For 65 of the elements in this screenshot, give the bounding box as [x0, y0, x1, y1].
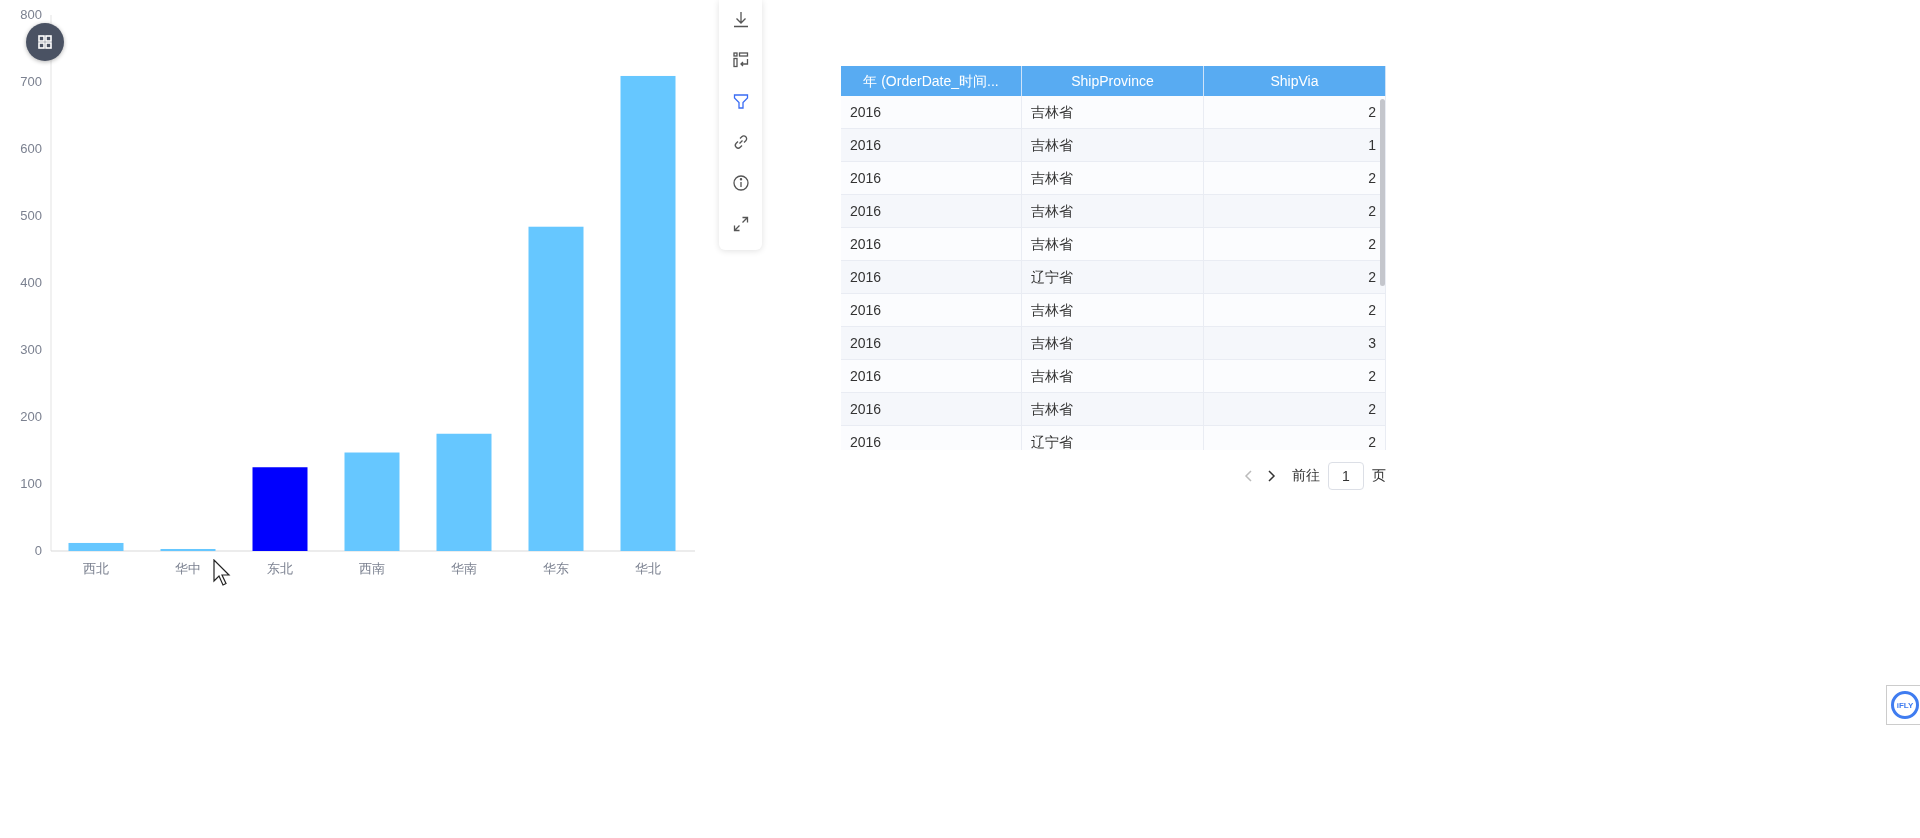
column-header[interactable]: ShipVia — [1204, 66, 1386, 96]
goto-label: 前往 — [1292, 467, 1320, 485]
x-axis-category-label: 西南 — [359, 561, 385, 576]
table-cell: 吉林省 — [1022, 327, 1204, 359]
y-axis-tick-label: 200 — [20, 409, 42, 424]
table-cell: 吉林省 — [1022, 96, 1204, 128]
grid-icon — [37, 34, 53, 50]
column-header[interactable]: 年 (OrderDate_时间... — [841, 66, 1022, 96]
assistant-badge[interactable]: iFLY — [1886, 685, 1920, 725]
cursor-icon — [213, 559, 232, 587]
page-input[interactable]: 1 — [1328, 462, 1364, 490]
table-cell: 吉林省 — [1022, 228, 1204, 260]
table-cell: 吉林省 — [1022, 195, 1204, 227]
table-cell: 2016 — [841, 294, 1022, 326]
table-cell: 2016 — [841, 129, 1022, 161]
table-cell: 2016 — [841, 195, 1022, 227]
table-cell: 2016 — [841, 162, 1022, 194]
table-cell: 2 — [1204, 294, 1386, 326]
table-cell: 吉林省 — [1022, 129, 1204, 161]
table-cell: 2 — [1204, 393, 1386, 425]
y-axis-tick-label: 800 — [20, 7, 42, 22]
page-suffix-label: 页 — [1372, 467, 1386, 485]
table-cell: 2016 — [841, 426, 1022, 450]
bar[interactable] — [436, 433, 492, 551]
y-axis-tick-label: 600 — [20, 141, 42, 156]
grid-menu-button[interactable] — [26, 23, 64, 61]
table-cell: 2016 — [841, 327, 1022, 359]
x-axis-category-label: 华东 — [543, 561, 569, 576]
y-axis-tick-label: 500 — [20, 208, 42, 223]
table-cell: 2016 — [841, 261, 1022, 293]
x-axis-category-label: 华北 — [635, 561, 661, 576]
bar[interactable] — [344, 452, 400, 551]
bar[interactable] — [68, 542, 124, 551]
table-cell: 3 — [1204, 327, 1386, 359]
x-axis-category-label: 华中 — [175, 561, 201, 576]
table-cell: 2016 — [841, 360, 1022, 392]
table-cell: 吉林省 — [1022, 360, 1204, 392]
table-cell: 2016 — [841, 96, 1022, 128]
table-cell: 吉林省 — [1022, 393, 1204, 425]
download-icon[interactable] — [731, 10, 750, 28]
bar[interactable] — [252, 467, 308, 551]
bar[interactable] — [528, 226, 584, 551]
filter-icon[interactable] — [731, 92, 750, 110]
x-axis-category-label: 东北 — [267, 561, 293, 576]
table-cell: 辽宁省 — [1022, 261, 1204, 293]
y-axis-tick-label: 0 — [34, 543, 42, 558]
scrollbar-thumb[interactable] — [1380, 99, 1385, 286]
expand-icon[interactable] — [731, 215, 750, 233]
y-axis-tick-label: 300 — [20, 342, 42, 357]
table-cell: 吉林省 — [1022, 294, 1204, 326]
layout-swap-icon[interactable] — [731, 51, 750, 69]
table-cell: 2016 — [841, 393, 1022, 425]
bar[interactable] — [620, 75, 676, 551]
table-cell: 2 — [1204, 360, 1386, 392]
x-axis-category-label: 华南 — [451, 561, 477, 576]
table-cell: 辽宁省 — [1022, 426, 1204, 450]
table-cell: 2016 — [841, 228, 1022, 260]
table-cell: 2 — [1204, 426, 1386, 450]
y-axis-tick-label: 100 — [20, 476, 42, 491]
x-axis-category-label: 西北 — [83, 561, 109, 576]
column-header[interactable]: ShipProvince — [1022, 66, 1204, 96]
info-icon[interactable] — [731, 174, 750, 192]
y-axis-tick-label: 400 — [20, 275, 42, 290]
y-axis-tick-label: 700 — [20, 74, 42, 89]
table-cell: 吉林省 — [1022, 162, 1204, 194]
